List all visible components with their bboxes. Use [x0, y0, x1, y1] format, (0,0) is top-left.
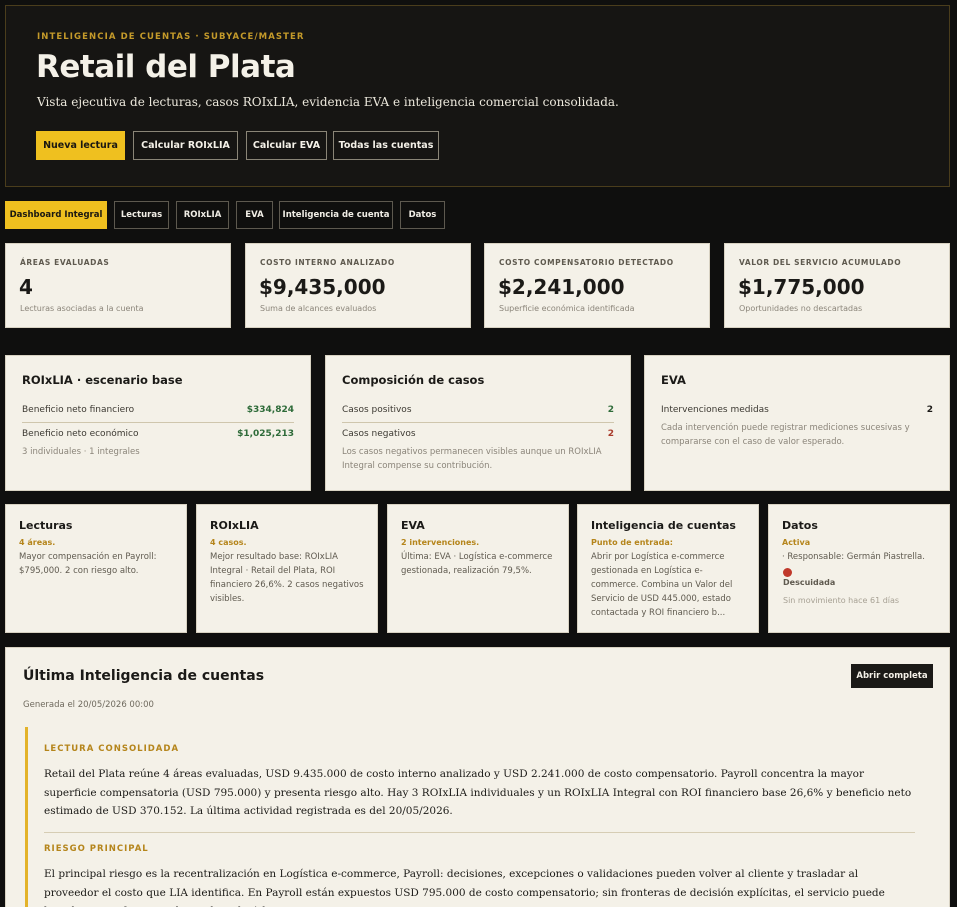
- module-lecturas[interactable]: Lecturas 4 áreas. Mayor compensación en …: [5, 504, 187, 633]
- accent-bar: [25, 727, 28, 907]
- responsible-text: · Responsable: Germán Piastrella.: [782, 552, 925, 562]
- section-title-risk: RIESGO PRINCIPAL: [44, 844, 149, 854]
- new-reading-button[interactable]: Nueva lectura: [36, 131, 125, 160]
- kpi-label: COSTO COMPENSATORIO DETECTADO: [499, 258, 674, 267]
- kpi-valor-servicio: VALOR DEL SERVICIO ACUMULADO $1,775,000 …: [724, 243, 950, 328]
- account-header: INTELIGENCIA DE CUENTAS · SUBYACE/MASTER…: [5, 5, 950, 187]
- card-title: ROIxLIA · escenario base: [22, 373, 183, 387]
- tab-datos[interactable]: Datos: [400, 201, 445, 229]
- card-title: EVA: [661, 373, 686, 387]
- status-dot-icon: [783, 568, 792, 577]
- kpi-areas-evaluadas: ÁREAS EVALUADAS 4 Lecturas asociadas a l…: [5, 243, 231, 328]
- breadcrumb: INTELIGENCIA DE CUENTAS · SUBYACE/MASTER: [37, 32, 305, 42]
- page-subtitle: Vista ejecutiva de lecturas, casos ROIxL…: [37, 95, 619, 109]
- financial-benefit-row: Beneficio neto financiero $334,824: [22, 405, 294, 415]
- module-tag: 4 casos.: [210, 538, 247, 547]
- main-risk-text: El principal riesgo es la recentralizaci…: [44, 868, 885, 907]
- eva-summary-card: EVA Intervenciones medidas 2 Cada interv…: [644, 355, 950, 491]
- kpi-label: ÁREAS EVALUADAS: [20, 258, 110, 267]
- positive-cases-value: 2: [607, 405, 614, 415]
- kpi-note: Lecturas asociadas a la cuenta: [20, 304, 144, 313]
- page-title: Retail del Plata: [36, 49, 296, 85]
- activity-status-badge: Descuidada: [783, 578, 836, 587]
- kpi-note: Oportunidades no descartadas: [739, 304, 863, 313]
- kpi-costo-interno: COSTO INTERNO ANALIZADO $9,435,000 Suma …: [245, 243, 471, 328]
- negative-cases-value: 2: [607, 429, 614, 439]
- tab-roixlia[interactable]: ROIxLIA: [176, 201, 229, 229]
- kpi-costo-compensatorio: COSTO COMPENSATORIO DETECTADO $2,241,000…: [484, 243, 710, 328]
- module-text: Mejor resultado base: ROIxLIA Integral ·…: [210, 552, 364, 604]
- module-title: Inteligencia de cuentas: [591, 519, 736, 532]
- all-accounts-button[interactable]: Todas las cuentas: [333, 131, 439, 160]
- module-roixlia[interactable]: ROIxLIA 4 casos. Mejor resultado base: R…: [196, 504, 378, 633]
- economic-benefit-row: Beneficio neto económico $1,025,213: [22, 429, 294, 439]
- module-eva[interactable]: EVA 2 intervenciones. Última: EVA · Logí…: [387, 504, 569, 633]
- tab-inteligencia-de-cuenta[interactable]: Inteligencia de cuenta: [279, 201, 393, 229]
- kpi-value: 4: [19, 275, 33, 299]
- module-tag: Punto de entrada:: [591, 538, 673, 547]
- module-title: Datos: [782, 519, 818, 532]
- consolidated-reading-text: Retail del Plata reúne 4 áreas evaluadas…: [44, 768, 912, 817]
- module-inteligencia-de-cuentas[interactable]: Inteligencia de cuentas Punto de entrada…: [577, 504, 759, 633]
- module-title: Lecturas: [19, 519, 73, 532]
- module-text: Abrir por Logística e-commerce gestionad…: [591, 552, 733, 618]
- kpi-note: Suma de alcances evaluados: [260, 304, 377, 313]
- divider: [22, 422, 294, 423]
- tab-lecturas[interactable]: Lecturas: [114, 201, 169, 229]
- kpi-note: Superficie económica identificada: [499, 304, 635, 313]
- tab-dashboard-integral[interactable]: Dashboard Integral: [5, 201, 107, 229]
- positive-cases-row: Casos positivos 2: [342, 405, 614, 415]
- module-title: EVA: [401, 519, 425, 532]
- module-text: Última: EVA · Logística e-commerce gesti…: [401, 552, 553, 576]
- module-tag: 4 áreas.: [19, 538, 56, 547]
- economic-benefit-value: $1,025,213: [237, 429, 294, 439]
- kpi-value: $9,435,000: [259, 275, 386, 299]
- tab-eva[interactable]: EVA: [236, 201, 273, 229]
- roixlia-summary-card: ROIxLIA · escenario base Beneficio neto …: [5, 355, 311, 491]
- calculate-eva-button[interactable]: Calcular EVA: [246, 131, 327, 160]
- module-tag: 2 intervenciones.: [401, 538, 480, 547]
- calculate-roixlia-button[interactable]: Calcular ROIxLIA: [133, 131, 238, 160]
- account-status-tag: Activa: [782, 538, 811, 547]
- generated-timestamp: Generada el 20/05/2026 00:00: [23, 700, 154, 710]
- kpi-label: COSTO INTERNO ANALIZADO: [260, 258, 395, 267]
- kpi-value: $2,241,000: [498, 275, 625, 299]
- divider: [342, 422, 614, 423]
- cases-breakdown-note: 3 individuales · 1 integrales: [22, 447, 140, 457]
- intel-title: Última Inteligencia de cuentas: [23, 668, 265, 684]
- case-composition-card: Composición de casos Casos positivos 2 C…: [325, 355, 631, 491]
- card-title: Composición de casos: [342, 373, 485, 387]
- eva-note: Cada intervención puede registrar medici…: [661, 423, 910, 447]
- kpi-label: VALOR DEL SERVICIO ACUMULADO: [739, 258, 902, 267]
- module-text: Mayor compensación en Payroll: $795,000.…: [19, 552, 157, 576]
- section-title-consolidated: LECTURA CONSOLIDADA: [44, 744, 180, 754]
- last-activity-text: Sin movimiento hace 61 días: [783, 596, 900, 605]
- kpi-value: $1,775,000: [738, 275, 865, 299]
- interventions-value: 2: [926, 405, 933, 415]
- financial-benefit-value: $334,824: [246, 405, 294, 415]
- open-full-button[interactable]: Abrir completa: [851, 664, 933, 688]
- divider: [44, 832, 915, 833]
- module-title: ROIxLIA: [210, 519, 259, 532]
- module-datos[interactable]: Datos Activa · Responsable: Germán Piast…: [768, 504, 950, 633]
- latest-intelligence-panel: Última Inteligencia de cuentas Abrir com…: [5, 647, 950, 907]
- negative-cases-note: Los casos negativos permanecen visibles …: [342, 447, 602, 471]
- interventions-row: Intervenciones medidas 2: [661, 405, 933, 415]
- negative-cases-row: Casos negativos 2: [342, 429, 614, 439]
